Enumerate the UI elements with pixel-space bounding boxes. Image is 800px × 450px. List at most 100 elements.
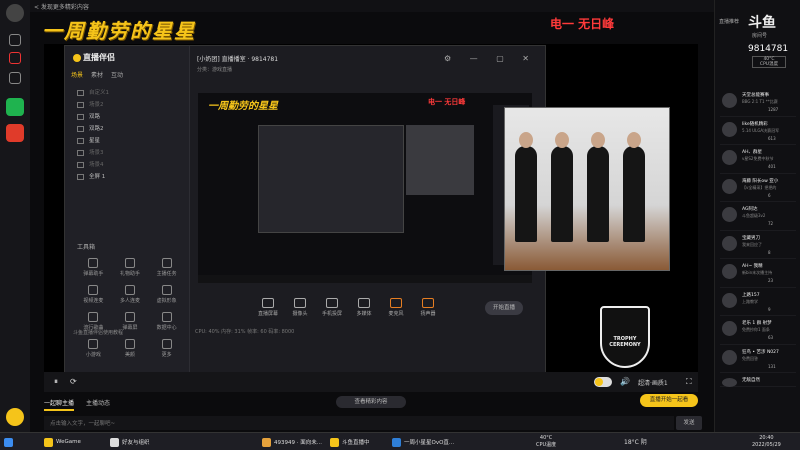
phone-cast-button[interactable]: 手机投屏 <box>319 298 345 317</box>
tool-item[interactable]: 视频连麦 <box>75 285 112 304</box>
mic-button[interactable]: 麦克风 <box>383 298 409 317</box>
tool-icon <box>161 285 172 295</box>
tool-item[interactable]: 礼物助手 <box>112 258 149 277</box>
item-name: 上路157 <box>742 292 760 298</box>
volume-icon[interactable]: 🔊 <box>620 377 630 386</box>
chat-input[interactable]: 点击输入文字，一起聊吧~ <box>44 416 674 430</box>
weather[interactable]: 18°C 阴 <box>624 437 647 446</box>
tab-material[interactable]: 素材 <box>91 70 103 79</box>
scene-item[interactable]: 场景4 <box>75 158 185 170</box>
back-link[interactable]: < 发现更多精彩内容 <box>34 2 89 11</box>
tool-item[interactable]: 数据中心 <box>148 312 185 331</box>
watch-together-button[interactable]: 直播开始一起看 <box>640 394 698 407</box>
tab-interact[interactable]: 互动 <box>111 70 123 79</box>
tool-item[interactable]: 主播任务 <box>148 258 185 277</box>
refresh-icon[interactable]: ⟳ <box>70 377 77 386</box>
item-name: 狂鸟 • 苦涉 N027 <box>742 349 779 355</box>
tool-icon <box>124 258 135 268</box>
tool-item[interactable]: 多人连麦 <box>112 285 149 304</box>
tab-news[interactable]: 主播动态 <box>86 398 110 411</box>
taskbar-cpu-label: CPU温度 <box>536 442 557 448</box>
pause-icon[interactable]: ⏸ <box>54 377 58 387</box>
scene-item[interactable]: 全屏 1 <box>75 170 185 182</box>
fullscreen-icon[interactable]: ⛶ <box>686 377 692 387</box>
scene-item[interactable]: 场景3 <box>75 146 185 158</box>
item-count: 63 <box>768 335 774 340</box>
list-item[interactable]: AH、群星 v星S2免费中秋节 401 <box>720 145 796 174</box>
app-red-icon[interactable] <box>6 124 24 142</box>
media-button[interactable]: 多媒体 <box>351 298 377 317</box>
taskbar-app[interactable]: 493949 · 面向未... <box>262 436 322 448</box>
nested-photo <box>406 125 474 195</box>
more-content-button[interactable]: 查看精彩内容 <box>336 396 406 408</box>
start-button[interactable] <box>4 436 13 448</box>
tool-label: 小游戏 <box>85 352 101 358</box>
bottom-shield-icon[interactable] <box>6 408 24 426</box>
home-icon[interactable] <box>9 72 21 84</box>
avatar <box>722 321 737 336</box>
cpu-label: CPU温度 <box>759 62 779 67</box>
list-item[interactable]: 狂鸟 • 苦涉 N027 免费回答 131 <box>720 345 796 373</box>
list-item[interactable]: 海藤 阳长ow 亚小 【v全精采】把把的 6 <box>720 174 796 202</box>
list-item[interactable]: 宝藏男刀 我来回应了 8 <box>720 231 796 259</box>
scene-item[interactable]: 双路 <box>75 110 185 122</box>
recommend-list: 天堂总能赛事 BBG 2:1 T1 **比赛 1287 like随机精彩 5.14 U… <box>720 88 796 387</box>
scene-item[interactable]: 双路2 <box>75 122 185 134</box>
tool-icon <box>124 285 135 295</box>
tutorial-link[interactable]: 斗鱼直播伴侣使用教程 <box>73 329 123 336</box>
scene-item[interactable]: 自定义1 <box>75 86 185 98</box>
send-button[interactable]: 发送 <box>676 416 702 430</box>
taskbar-app[interactable]: 好友与组织 <box>110 436 150 448</box>
item-name: AG阿达 <box>742 207 758 212</box>
friends-icon[interactable] <box>9 34 21 46</box>
avatar <box>722 235 737 251</box>
list-item[interactable]: 老乐 1 群 射梦 免费抄你1 面条 63 <box>720 316 796 345</box>
start-live-button[interactable]: 开始直播 <box>485 301 523 315</box>
new-icon[interactable] <box>9 52 21 64</box>
cpu-temp-badge: 40°C CPU温度 <box>752 56 786 68</box>
tool-item[interactable]: 美颜 <box>112 339 149 358</box>
user-avatar[interactable] <box>6 4 24 22</box>
avatar <box>722 292 737 308</box>
list-item[interactable]: 上路157 上路教学 9 <box>720 288 796 316</box>
quality-select[interactable]: 超清·画质1 <box>638 378 668 387</box>
item-sub: 5.14 ULGA决赛冠军 <box>742 127 780 133</box>
preview-status-bar <box>198 275 532 283</box>
list-item[interactable]: 天堂总能赛事 BBG 2:1 T1 **比赛 1287 <box>720 88 796 117</box>
list-item[interactable]: 无敌自然 <box>720 373 796 387</box>
speaker-button[interactable]: 扬声器 <box>415 298 441 317</box>
item-count: 72 <box>768 221 774 226</box>
window-controls[interactable]: ⚙ — ▢ ✕ <box>444 54 537 63</box>
list-item[interactable]: AH~ 我精 新bin末次播主持 23 <box>720 259 796 288</box>
screen-source-button[interactable]: 直播屏幕 <box>255 298 281 317</box>
avatar <box>722 349 737 365</box>
avatar <box>722 178 737 194</box>
item-sub: v星S2免费中秋节 <box>742 156 774 161</box>
tab-chat[interactable]: 一起聊主播 <box>44 398 75 411</box>
tool-item[interactable]: 小游戏 <box>75 339 112 358</box>
clock[interactable]: 20:40 2022/05/29 <box>752 435 781 449</box>
taskbar-app[interactable]: WeGame <box>44 436 81 448</box>
tool-item[interactable]: 更多 <box>148 339 185 358</box>
app-l-icon[interactable] <box>6 98 24 116</box>
camera-button[interactable]: 摄像头 <box>287 298 313 317</box>
tool-item[interactable]: 虚拟形象 <box>148 285 185 304</box>
person <box>587 132 609 242</box>
taskbar-app[interactable]: 斗鱼直播中 <box>330 436 370 448</box>
tab-scene[interactable]: 场景 <box>71 70 83 79</box>
danmaku-toggle[interactable] <box>594 377 612 387</box>
tool-item[interactable]: 弹幕助手 <box>75 258 112 277</box>
scene-item[interactable]: 场景2 <box>75 98 185 110</box>
stream-preview[interactable]: 一周勤劳的星星 电一 无日峰 <box>198 93 532 283</box>
taskbar-app[interactable]: 一周小星星OvO直... <box>392 436 454 448</box>
tool-icon <box>161 339 172 349</box>
video-stage[interactable]: 直播伴侣 场景 素材 互动 自定义1 场景2 双路 双路2 星星 场景3 场景4… <box>44 44 698 392</box>
avatar <box>722 121 737 137</box>
list-item[interactable]: like随机精彩 5.14 ULGA决赛冠军 613 <box>720 117 796 145</box>
scene-item[interactable]: 星星 <box>75 134 185 146</box>
list-item[interactable]: AG阿达 斗鱼超级3v2 72 <box>720 202 796 231</box>
item-count: 9 <box>768 306 771 312</box>
capture-tabs: 场景 素材 互动 <box>71 70 123 79</box>
phone-icon <box>326 298 338 308</box>
item-name: 无敌自然 <box>742 378 760 383</box>
